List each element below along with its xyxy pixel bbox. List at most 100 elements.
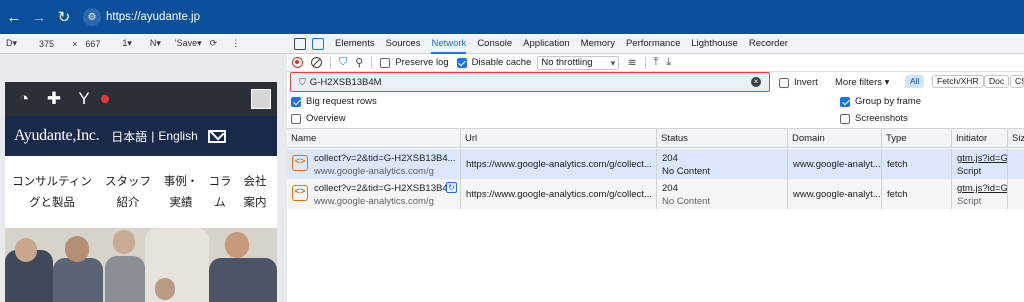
tab-lighthouse[interactable]: Lighthouse [691,34,737,54]
clear-filter-icon[interactable]: × [751,77,761,87]
nav-item-column[interactable]: コラム [207,172,233,214]
tab-application[interactable]: Application [523,34,569,54]
nav-label: ム [214,197,226,209]
table-row[interactable]: <> collect?v=2&tid=G-H2XSB13B4... www.go… [287,149,1024,179]
column-name[interactable]: Name [287,129,461,148]
network-conditions-icon[interactable]: ≋ [627,56,636,69]
viewport-width[interactable]: 375 [39,39,54,49]
filter-input[interactable]: ⛉ G-H2XSB13B4M × [290,72,770,92]
group-by-frame-checkbox[interactable]: Group by frame [840,96,921,107]
overview-checkbox[interactable]: Overview [291,113,346,124]
initiator-cell: gtm.js?id=G1 Script [952,149,1008,179]
site-logo[interactable]: Ayudante,Inc. [14,127,100,145]
more-filters-button[interactable]: More filters ▾ [835,77,889,88]
screenshots-checkbox[interactable]: Screenshots [840,113,908,124]
dashboard-icon[interactable]: ◔ [13,89,35,109]
initiator-type: Script [957,196,982,207]
site-admin-toolbar: ◔ ✚ Y [5,82,277,116]
device-select[interactable]: D▾ [6,38,17,49]
rotate-icon[interactable]: ⟳ [210,38,218,49]
size-cell [1008,179,1024,209]
device-toggle-icon[interactable] [312,37,324,50]
export-har-icon[interactable]: ⤓ [666,56,671,69]
lang-ja-link[interactable]: 日本語 [111,128,147,145]
column-initiator[interactable]: Initiator [952,129,1008,148]
url-cell: https://www.google-analytics.com/g/colle… [461,179,657,209]
preserve-log-checkbox[interactable]: Preserve log [380,57,449,68]
request-type: fetch [887,159,908,170]
tab-sources[interactable]: Sources [386,34,421,54]
avatar[interactable] [251,89,271,109]
column-size[interactable]: Siz [1008,129,1024,148]
nav-item-cases[interactable]: 事例・ 実績 [163,172,199,214]
checkbox-box[interactable] [456,57,467,68]
nav-label: 紹介 [116,197,140,209]
viewport-height[interactable]: 667 [85,39,100,49]
filter-pill-fetch-xhr[interactable]: Fetch/XHR [932,75,984,88]
request-type: fetch [887,189,908,200]
zoom-select[interactable]: 1▾ [122,38,132,49]
tab-performance[interactable]: Performance [626,34,680,54]
invert-checkbox[interactable]: Invert [779,77,818,88]
throttling-select[interactable]: No throttling [537,55,620,70]
nav-item-consulting[interactable]: コンサルティン グと製品 [11,172,93,214]
table-row[interactable]: <> collect?v=2&tid=G-H2XSB13B4 www.googl… [287,179,1024,209]
request-name: collect?v=2&tid=G-H2XSB13B4... [314,153,456,164]
network-throttle-select[interactable]: N▾ [150,38,161,49]
nav-label: スタッフ [105,176,151,188]
checkbox-box[interactable] [840,113,850,124]
name-cell: <> collect?v=2&tid=G-H2XSB13B4... www.go… [287,149,461,179]
more-options-icon[interactable]: ⋮ [231,38,240,49]
checkbox-box[interactable] [291,96,301,107]
column-url[interactable]: Url [461,129,657,148]
initiator-link[interactable]: gtm.js?id=G1 [957,183,1007,194]
device-toolbar: D▾ 375 × 667 1▾ N▾ 'Save▾ ⟳ ⋮ [0,34,287,54]
screenshots-label: Screenshots [855,113,908,124]
site-info-icon[interactable]: ⚙ [83,8,101,26]
mail-icon[interactable] [207,129,226,143]
filter-value[interactable]: G-H2XSB13B4M [310,77,382,88]
search-icon[interactable]: ⚲ [355,56,363,69]
save-data-select[interactable]: 'Save▾ [175,38,202,49]
initiator-link[interactable]: gtm.js?id=G1 [957,153,1007,164]
record-icon[interactable] [292,57,303,68]
filter-pill-doc[interactable]: Doc [984,75,1010,88]
address-bar[interactable]: https://ayudante.jp [106,11,200,23]
script-file-icon: <> [292,185,308,201]
filter-icon[interactable]: ⛉ [339,56,347,69]
yoast-icon[interactable]: Y [73,89,95,109]
disable-cache-checkbox[interactable]: Disable cache [456,57,531,68]
revalidate-icon[interactable]: ↻ [446,182,457,193]
back-icon[interactable]: ← [3,6,25,28]
column-type[interactable]: Type [882,129,952,148]
tab-elements[interactable]: Elements [335,34,375,54]
column-status[interactable]: Status [657,129,788,148]
clear-icon[interactable] [311,57,322,68]
filter-pill-css[interactable]: CS [1010,75,1024,88]
tab-recorder[interactable]: Recorder [749,34,788,54]
checkbox-box[interactable] [779,77,789,88]
nav-label: 実績 [169,197,193,209]
forward-icon[interactable]: → [28,6,50,28]
checkbox-box[interactable] [291,113,301,124]
plus-icon[interactable]: ✚ [43,89,65,109]
reload-icon[interactable]: ↻ [53,6,75,28]
nav-label: 事例・ [163,176,199,188]
import-har-icon[interactable]: ⤒ [654,56,659,69]
lang-en-link[interactable]: English [158,129,197,143]
nav-item-company[interactable]: 会社 案内 [241,172,269,214]
inspect-element-icon[interactable] [294,37,306,50]
filter-pill-all[interactable]: All [905,75,925,88]
nav-label: 会社 [243,176,267,188]
nav-item-staff[interactable]: スタッフ 紹介 [103,172,153,214]
checkbox-box[interactable] [380,57,391,68]
checkbox-box[interactable] [840,96,850,107]
big-request-rows-checkbox[interactable]: Big request rows [291,96,377,107]
divider [330,56,331,69]
tab-console[interactable]: Console [477,34,512,54]
nav-label: コンサルティン [12,176,92,188]
tab-network[interactable]: Network [431,34,467,54]
request-url: https://www.google-analytics.com/g/colle… [466,159,652,170]
column-domain[interactable]: Domain [788,129,882,148]
tab-memory[interactable]: Memory [581,34,615,54]
